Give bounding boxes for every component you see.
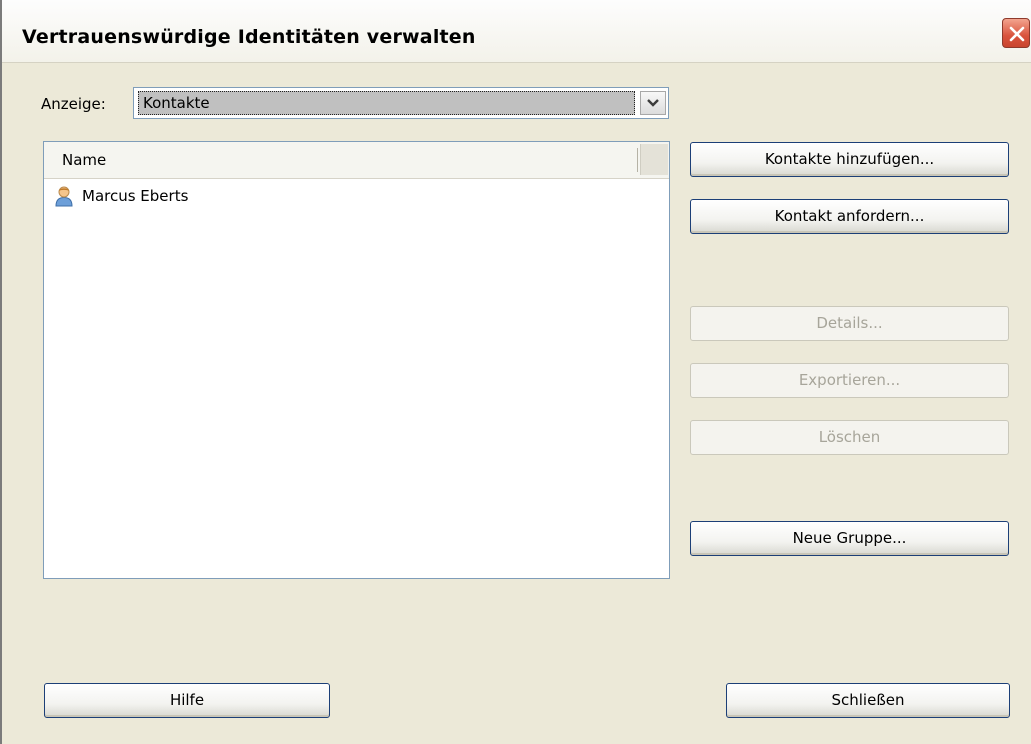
title-bar[interactable]: Vertrauenswürdige Identitäten verwalten [2,0,1031,63]
export-button[interactable]: Exportieren... [690,363,1009,398]
close-icon [1009,26,1025,42]
dialog-title: Vertrauenswürdige Identitäten verwalten [22,26,476,48]
dropdown-button[interactable] [640,91,666,115]
column-divider[interactable] [637,148,638,172]
request-contact-button[interactable]: Kontakt anfordern... [690,199,1009,234]
close-window-button[interactable] [1002,18,1030,48]
view-select[interactable]: Kontakte [133,87,669,119]
identities-list[interactable]: Name Marcus Eberts [43,141,670,579]
contact-person-icon [53,185,75,211]
list-item[interactable]: Marcus Eberts [52,185,632,207]
close-button[interactable]: Schließen [726,683,1010,718]
list-header: Name [44,142,669,179]
contact-name: Marcus Eberts [82,187,189,205]
delete-button[interactable]: Löschen [690,420,1009,455]
add-contacts-button[interactable]: Kontakte hinzufügen... [690,142,1009,177]
column-header-filler [640,144,668,175]
details-button[interactable]: Details... [690,306,1009,341]
chevron-down-icon [647,99,659,107]
new-group-button[interactable]: Neue Gruppe... [690,521,1009,556]
column-header-name[interactable]: Name [62,151,106,169]
help-button[interactable]: Hilfe [44,683,330,718]
view-select-value[interactable]: Kontakte [138,91,635,115]
view-label: Anzeige: [41,95,106,113]
manage-trusted-identities-dialog: Vertrauenswürdige Identitäten verwalten … [0,0,1031,744]
